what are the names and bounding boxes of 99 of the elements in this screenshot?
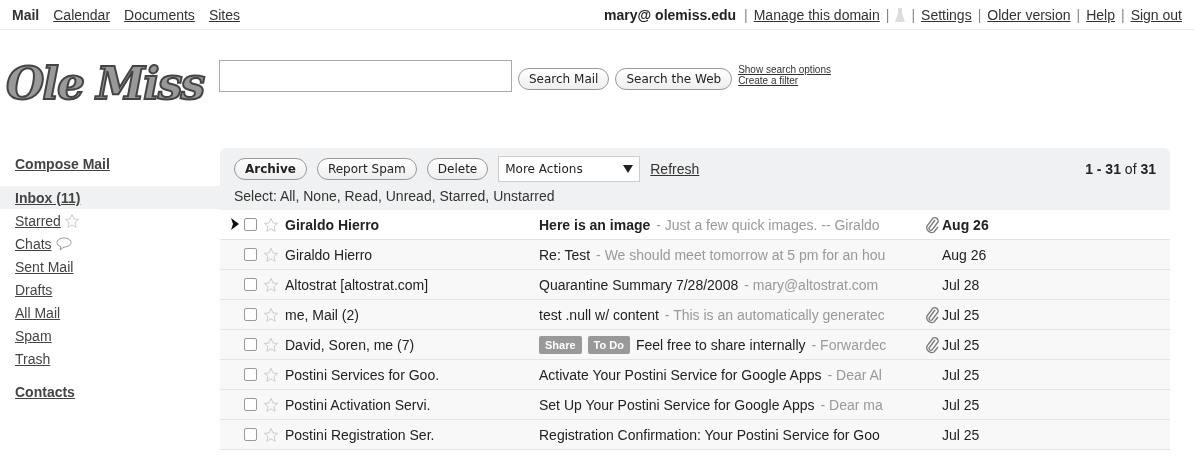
more-actions-dropdown[interactable]: More Actions bbox=[498, 156, 641, 182]
search-button[interactable]: Search Mail bbox=[518, 68, 610, 90]
message-date: Jul 25 bbox=[942, 306, 981, 323]
speech-bubble-icon bbox=[54, 235, 73, 252]
search-button[interactable]: Search the Web bbox=[615, 68, 733, 90]
message-count: 1 - 31 of 31 bbox=[1085, 161, 1156, 177]
label-tag: To Do bbox=[587, 335, 630, 354]
message-date: Jul 25 bbox=[942, 336, 981, 353]
star-icon bbox=[63, 212, 80, 229]
header-link[interactable]: Sign out bbox=[1130, 6, 1182, 23]
account-email: mary@ olemiss.edu bbox=[604, 6, 737, 23]
separator: | bbox=[885, 6, 890, 23]
sender: me, Mail (2) bbox=[284, 306, 360, 323]
refresh-link[interactable]: Refresh bbox=[650, 161, 700, 177]
snippet: - Dear Al bbox=[827, 366, 882, 383]
separator: | bbox=[1076, 6, 1081, 23]
select-options: Select: All, None, Read, Unread, Starred, Unstarred bbox=[234, 188, 1156, 204]
message-date: Jul 25 bbox=[942, 396, 981, 413]
subject: Feel free to share internally bbox=[635, 336, 806, 353]
checkbox[interactable] bbox=[244, 248, 257, 261]
checkbox[interactable] bbox=[244, 398, 257, 411]
star-icon[interactable] bbox=[263, 366, 279, 383]
message-date: Aug 26 bbox=[942, 246, 988, 263]
separator: | bbox=[977, 6, 982, 23]
message-row[interactable]: Postini Registration Ser. Registration Confirmation: Your Postini Service for Goo Jul 25 bbox=[220, 420, 1170, 450]
subject: Here is an image bbox=[539, 216, 651, 233]
header-link[interactable]: Manage this domain bbox=[753, 6, 880, 23]
logo: Ole Miss bbox=[6, 57, 205, 111]
checkbox[interactable] bbox=[244, 428, 257, 441]
subject: Activate Your Postini Service for Google Apps bbox=[539, 366, 822, 383]
folder-link[interactable]: Spam bbox=[0, 324, 220, 347]
snippet: - We should meet tomorrow at 5 pm for an hou bbox=[596, 246, 886, 263]
action-button[interactable]: Archive bbox=[234, 158, 307, 180]
folder-link[interactable]: Trash bbox=[0, 347, 220, 370]
message-row[interactable]: Altostrat [altostrat.com] Quarantine Summary 7/28/2008 - mary@altostrat.com Jul 28 bbox=[220, 270, 1170, 300]
separator: | bbox=[744, 6, 748, 23]
message-row[interactable]: me, Mail (2) test .null w/ content - This is an automatically generatec Jul 25 bbox=[220, 300, 1170, 330]
sender: David, Soren, me (7) bbox=[284, 336, 416, 353]
sender: Giraldo Hierro bbox=[284, 246, 374, 263]
subject: Registration Confirmation: Your Postini Service for Goo bbox=[539, 426, 880, 443]
message-row[interactable]: David, Soren, me (7) Share To Do Feel free to share internally - Forwardec Jul 25 bbox=[220, 330, 1170, 360]
nav-link[interactable]: Documents bbox=[124, 6, 195, 23]
checkbox[interactable] bbox=[244, 368, 257, 381]
checkbox[interactable] bbox=[244, 338, 257, 351]
folder-link[interactable]: Drafts bbox=[0, 278, 220, 301]
separator: | bbox=[911, 6, 916, 23]
snippet: - Forwardec bbox=[811, 336, 887, 353]
star-icon[interactable] bbox=[263, 396, 279, 413]
nav-link[interactable]: Calendar bbox=[53, 6, 111, 23]
message-row[interactable]: Postini Activation Servi. Set Up Your Postini Service for Google Apps - Dear ma Jul 25 bbox=[220, 390, 1170, 420]
action-button[interactable]: Report Spam bbox=[316, 158, 417, 180]
header-link[interactable]: Older version bbox=[987, 6, 1071, 23]
star-icon[interactable] bbox=[263, 306, 279, 323]
folder-link[interactable]: Chats bbox=[0, 232, 220, 255]
search-link[interactable]: Show search options bbox=[738, 64, 831, 75]
snippet: - Dear ma bbox=[820, 396, 883, 413]
dropdown-arrow-icon bbox=[623, 165, 634, 173]
subject: Re: Test bbox=[539, 246, 591, 263]
sender: Postini Registration Ser. bbox=[284, 426, 436, 443]
sender: Giraldo Hierro bbox=[284, 216, 381, 233]
subject: Set Up Your Postini Service for Google Apps bbox=[539, 396, 815, 413]
sender: Altostrat [altostrat.com] bbox=[284, 276, 430, 293]
message-date: Jul 25 bbox=[942, 366, 981, 383]
star-icon[interactable] bbox=[263, 336, 279, 353]
snippet: - mary@altostrat.com bbox=[744, 276, 879, 293]
subject: test .null w/ content bbox=[539, 306, 659, 323]
separator: | bbox=[1121, 6, 1125, 23]
star-icon[interactable] bbox=[263, 246, 279, 263]
contacts-link[interactable]: Contacts bbox=[15, 384, 220, 400]
header-link[interactable]: Settings bbox=[921, 6, 972, 23]
action-button[interactable]: Delete bbox=[426, 158, 489, 180]
sender: Postini Services for Goo. bbox=[284, 366, 441, 383]
folder-link[interactable]: Starred bbox=[0, 209, 220, 232]
search-field[interactable] bbox=[219, 60, 512, 92]
search-link[interactable]: Create a filter bbox=[738, 75, 831, 86]
checkbox[interactable] bbox=[244, 218, 257, 231]
snippet: - This is an automatically generatec bbox=[664, 306, 885, 323]
message-date: Jul 25 bbox=[942, 426, 981, 443]
checkbox[interactable] bbox=[244, 308, 257, 321]
message-date: Aug 26 bbox=[942, 216, 990, 233]
subject: Quarantine Summary 7/28/2008 bbox=[539, 276, 739, 293]
compose-link[interactable]: Compose Mail bbox=[15, 156, 220, 172]
star-icon[interactable] bbox=[263, 216, 279, 233]
nav-link[interactable]: Sites bbox=[208, 6, 240, 23]
label-tag: Share bbox=[539, 335, 582, 354]
folder-link[interactable]: Sent Mail bbox=[0, 255, 220, 278]
star-icon[interactable] bbox=[263, 426, 279, 443]
checkbox[interactable] bbox=[244, 278, 257, 291]
star-icon[interactable] bbox=[263, 276, 279, 293]
folder-link[interactable]: Inbox (11) bbox=[0, 186, 220, 209]
message-row[interactable]: Giraldo Hierro Re: Test - We should meet tomorrow at 5 pm for an hou Aug 26 bbox=[220, 240, 1170, 270]
header-link[interactable]: Help bbox=[1086, 6, 1115, 23]
folder-link[interactable]: All Mail bbox=[0, 301, 220, 324]
flask-icon[interactable] bbox=[895, 6, 906, 23]
nav-link[interactable]: Mail bbox=[12, 6, 40, 23]
snippet: - Just a few quick images. -- Giraldo bbox=[656, 216, 880, 233]
message-row[interactable]: Postini Services for Goo. Activate Your Postini Service for Google Apps - Dear Al Jul 25 bbox=[220, 360, 1170, 390]
message-date: Jul 28 bbox=[942, 276, 981, 293]
sender: Postini Activation Servi. bbox=[284, 396, 432, 413]
